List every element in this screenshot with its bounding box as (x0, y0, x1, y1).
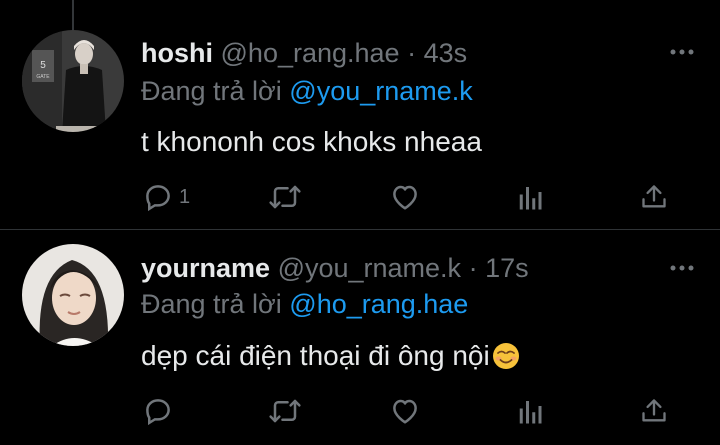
user-handle[interactable]: @you_rname.k (278, 253, 462, 283)
reply-button[interactable]: 1 (143, 180, 190, 214)
tweet-header: hoshi @ho_rang.hae · 43s (141, 37, 467, 69)
reply-mention-link[interactable]: @ho_rang.hae (289, 289, 468, 319)
retweet-button[interactable] (268, 394, 302, 428)
like-button[interactable] (390, 180, 420, 214)
reply-button[interactable] (143, 394, 179, 428)
like-button[interactable] (390, 394, 420, 428)
analytics-icon (518, 182, 544, 212)
reply-icon (143, 396, 173, 426)
retweet-button[interactable] (268, 180, 302, 214)
smiling-face-emoji (492, 342, 520, 370)
retweet-icon (268, 182, 302, 212)
share-icon (640, 396, 668, 426)
reply-icon (143, 182, 173, 212)
retweet-icon (268, 396, 302, 426)
like-icon (390, 182, 420, 212)
avatar-sign-text: GATE (36, 74, 50, 80)
tweet-text: t khononh cos khoks nheaa (141, 126, 482, 157)
tweet-text: dẹp cái điện thoại đi ông nội (141, 339, 520, 373)
separator-dot: · (468, 253, 478, 283)
tweet[interactable]: 5 GATE hoshi @ho_rang.hae · 43s Đang trả… (0, 30, 720, 229)
tweet-actions: 1 (0, 180, 720, 214)
avatar[interactable] (22, 244, 124, 346)
analytics-icon (518, 396, 544, 426)
tweet-text-content: dẹp cái điện thoại đi ông nội (141, 340, 490, 371)
more-icon[interactable] (670, 260, 694, 271)
like-icon (390, 396, 420, 426)
display-name[interactable]: yourname (141, 253, 270, 283)
tweet[interactable]: yourname @you_rname.k · 17s Đang trả lời… (0, 230, 720, 445)
analytics-button[interactable] (518, 394, 544, 428)
user-handle[interactable]: @ho_rang.hae (221, 38, 400, 68)
tweet-header: yourname @you_rname.k · 17s (141, 252, 529, 284)
replying-to: Đang trả lời @you_rname.k (141, 75, 473, 107)
separator-dot: · (407, 38, 417, 68)
avatar[interactable]: 5 GATE (22, 30, 124, 132)
display-name[interactable]: hoshi (141, 38, 213, 68)
timestamp[interactable]: 17s (485, 253, 529, 283)
avatar-sign-number: 5 (40, 60, 46, 71)
analytics-button[interactable] (518, 180, 544, 214)
avatar-image: 5 GATE (22, 30, 124, 132)
replying-to-label: Đang trả lời (141, 76, 282, 106)
avatar-image (22, 244, 124, 346)
thread-connector-line (72, 0, 74, 32)
reply-mention-link[interactable]: @you_rname.k (289, 76, 473, 106)
timestamp[interactable]: 43s (424, 38, 468, 68)
share-icon (640, 182, 668, 212)
reply-count: 1 (179, 185, 191, 208)
share-button[interactable] (640, 394, 668, 428)
share-button[interactable] (640, 180, 668, 214)
replying-to-label: Đang trả lời (141, 289, 282, 319)
tweet-actions (0, 394, 720, 428)
replying-to: Đang trả lời @ho_rang.hae (141, 288, 468, 320)
more-icon[interactable] (670, 44, 694, 55)
